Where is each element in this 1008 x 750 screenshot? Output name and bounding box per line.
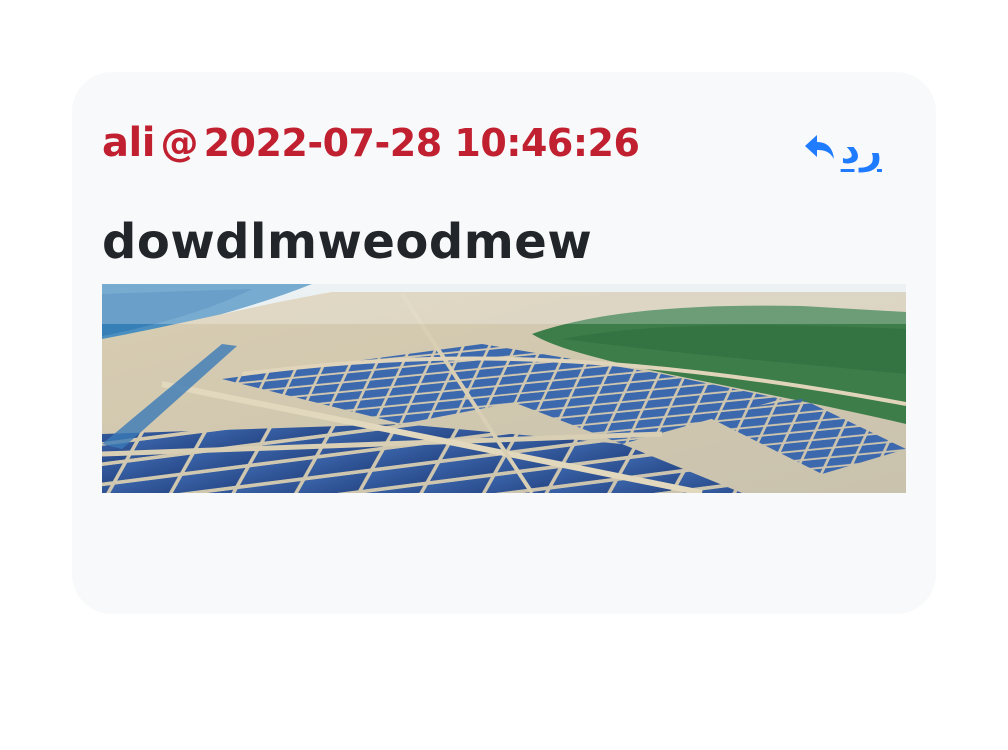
comment-timestamp: 2022-07-28 10:46:26 bbox=[203, 121, 640, 165]
comment-body: dowdlmweodmew bbox=[102, 214, 593, 270]
comment-header: ali @ 2022-07-28 10:46:26 رد bbox=[102, 120, 886, 180]
reply-link[interactable]: رد bbox=[803, 128, 882, 172]
reply-arrow-icon bbox=[803, 131, 839, 165]
comment-author[interactable]: ali bbox=[102, 120, 155, 166]
solar-field-image bbox=[102, 284, 906, 493]
at-separator: @ bbox=[160, 121, 199, 165]
comment-meta: ali @ 2022-07-28 10:46:26 bbox=[102, 120, 640, 166]
comment-image bbox=[102, 284, 906, 493]
reply-label: رد bbox=[840, 128, 882, 172]
comment-card: ali @ 2022-07-28 10:46:26 رد dowdlmweodm… bbox=[72, 72, 936, 614]
